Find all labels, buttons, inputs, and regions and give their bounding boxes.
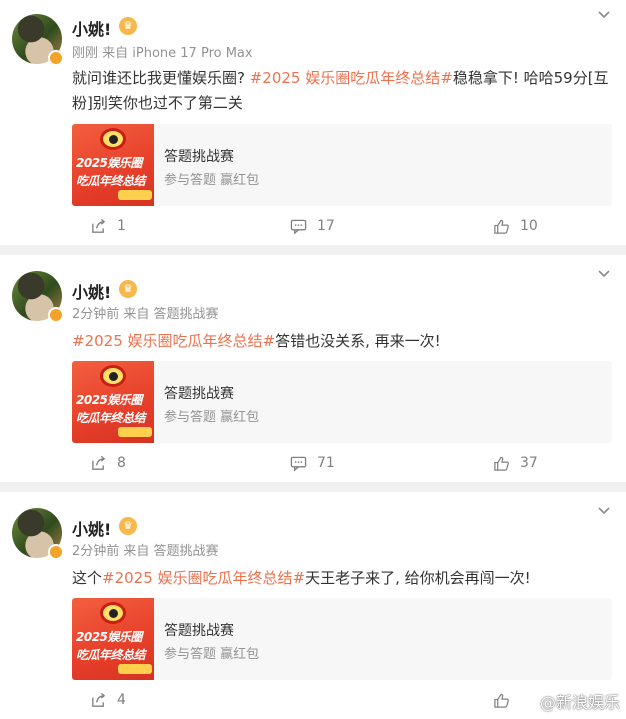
text-segment: 天王老子来了, 给你机会再闯一次! — [305, 569, 531, 587]
card-title: 答题挑战赛 — [164, 149, 234, 165]
post-text: 这个#2025 娱乐圈吃瓜年终总结#天王老子来了, 给你机会再闯一次! — [72, 566, 612, 591]
share-button[interactable]: 1 — [90, 214, 126, 238]
avatar[interactable] — [12, 14, 66, 68]
action-bar: 1 17 10 — [0, 214, 626, 238]
share-count: 1 — [117, 218, 126, 234]
username[interactable]: 小姚! — [72, 279, 111, 303]
post-meta: 2分钟前 来自 答题挑战赛 — [72, 544, 219, 559]
share-icon — [92, 692, 106, 707]
quiz-card[interactable]: 2025娱乐圈 吃瓜年终总结 答题挑战赛 参与答题 赢红包 — [72, 124, 612, 206]
action-bar: 8 71 37 — [0, 451, 626, 475]
topic-link[interactable]: #2025 娱乐圈吃瓜年终总结# — [102, 569, 305, 587]
share-icon — [92, 455, 106, 470]
post-3: 小姚! ♛ 2分钟前 来自 答题挑战赛 这个#2025 娱乐圈吃瓜年终总结#天王… — [0, 492, 626, 719]
card-title: 答题挑战赛 — [164, 623, 234, 639]
comment-icon — [290, 456, 307, 472]
comment-count: 17 — [317, 218, 335, 234]
share-button[interactable]: 4 — [90, 688, 126, 712]
thumb-text: 2025娱乐圈 — [76, 156, 142, 170]
card-thumbnail: 2025娱乐圈 吃瓜年终总结 — [72, 124, 154, 206]
post-meta: 2分钟前 来自 答题挑战赛 — [72, 307, 219, 322]
username[interactable]: 小姚! — [72, 516, 111, 540]
card-subtitle: 参与答题 赢红包 — [164, 173, 260, 188]
card-subtitle: 参与答题 赢红包 — [164, 410, 260, 425]
topic-link[interactable]: #2025 娱乐圈吃瓜年终总结# — [250, 69, 453, 87]
quiz-card[interactable]: 2025娱乐圈 吃瓜年终总结 答题挑战赛 参与答题 赢红包 — [72, 361, 612, 443]
like-button[interactable]: 37 — [493, 451, 538, 475]
quiz-card[interactable]: 2025娱乐圈 吃瓜年终总结 答题挑战赛 参与答题 赢红包 — [72, 598, 612, 680]
thumbs-up-icon — [494, 456, 509, 471]
weibo-logo-icon — [514, 693, 536, 709]
share-count: 8 — [117, 455, 126, 471]
share-count: 4 — [117, 692, 126, 708]
username[interactable]: 小姚! — [72, 16, 111, 40]
thumb-text: 吃瓜年终总结 — [76, 411, 146, 425]
like-count: 37 — [520, 455, 538, 471]
post-text: 就问谁还比我更懂娱乐圈? #2025 娱乐圈吃瓜年终总结#稳稳拿下! 哈哈59分… — [72, 66, 612, 116]
verified-badge-icon — [48, 307, 64, 323]
card-thumbnail: 2025娱乐圈 吃瓜年终总结 — [72, 361, 154, 443]
post-2: 小姚! ♛ 2分钟前 来自 答题挑战赛 #2025 娱乐圈吃瓜年终总结#答错也没… — [0, 255, 626, 482]
watermark-text: @新浪娱乐 — [539, 693, 620, 712]
card-title: 答题挑战赛 — [164, 386, 234, 402]
post-divider — [0, 245, 626, 255]
thumb-text: 2025娱乐圈 — [76, 393, 142, 407]
crown-badge-icon: ♛ — [119, 17, 137, 35]
like-button[interactable]: 10 — [493, 214, 538, 238]
text-segment: 就问谁还比我更懂娱乐圈? — [72, 69, 250, 87]
share-icon — [92, 218, 106, 233]
thumb-text: 2025娱乐圈 — [76, 630, 142, 644]
post-1: 小姚! ♛ 刚刚 来自 iPhone 17 Pro Max 就问谁还比我更懂娱乐… — [0, 0, 626, 245]
text-segment: 答错也没关系, 再来一次! — [275, 332, 441, 350]
thumbs-up-icon — [494, 219, 509, 234]
weibo-feed: 小姚! ♛ 刚刚 来自 iPhone 17 Pro Max 就问谁还比我更懂娱乐… — [0, 0, 626, 719]
card-subtitle: 参与答题 赢红包 — [164, 647, 260, 662]
comment-button[interactable]: 71 — [290, 451, 335, 475]
post-divider — [0, 482, 626, 492]
post-meta: 刚刚 来自 iPhone 17 Pro Max — [72, 46, 253, 61]
verified-badge-icon — [48, 50, 64, 66]
share-button[interactable]: 8 — [90, 451, 126, 475]
verified-badge-icon — [48, 544, 64, 560]
card-thumbnail: 2025娱乐圈 吃瓜年终总结 — [72, 598, 154, 680]
chevron-down-icon[interactable] — [596, 267, 612, 283]
comment-count: 71 — [317, 455, 335, 471]
chevron-down-icon[interactable] — [596, 8, 612, 24]
comment-button[interactable]: 17 — [290, 214, 335, 238]
crown-badge-icon: ♛ — [119, 280, 137, 298]
text-segment: 这个 — [72, 569, 103, 587]
avatar[interactable] — [12, 508, 66, 562]
watermark: @新浪娱乐 — [514, 689, 620, 713]
avatar[interactable] — [12, 271, 66, 325]
crown-badge-icon: ♛ — [119, 517, 137, 535]
chevron-down-icon[interactable] — [596, 504, 612, 520]
topic-link[interactable]: #2025 娱乐圈吃瓜年终总结# — [72, 332, 275, 350]
thumb-text: 吃瓜年终总结 — [76, 648, 146, 662]
thumb-text: 吃瓜年终总结 — [76, 174, 146, 188]
thumbs-up-icon — [494, 693, 509, 708]
comment-icon — [290, 219, 307, 235]
like-count: 10 — [520, 218, 538, 234]
post-text: #2025 娱乐圈吃瓜年终总结#答错也没关系, 再来一次! — [72, 329, 612, 354]
